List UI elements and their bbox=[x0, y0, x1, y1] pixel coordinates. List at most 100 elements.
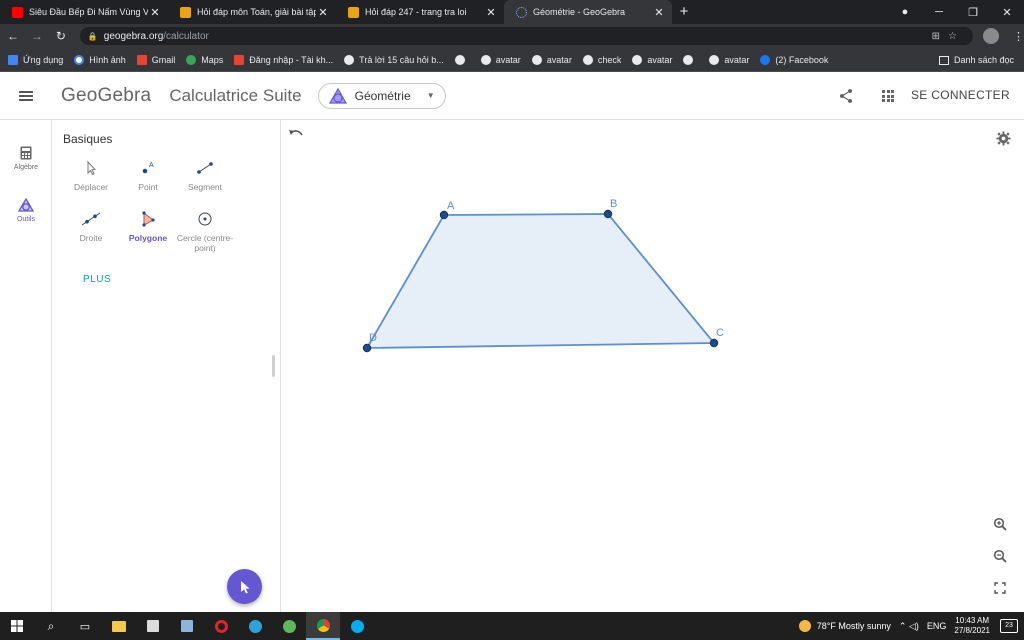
lock-icon: 🔒 bbox=[87, 31, 98, 41]
bookmark-images[interactable]: Hình ảnh bbox=[74, 54, 126, 65]
line-icon bbox=[81, 212, 101, 226]
graphics-view[interactable]: A B C D bbox=[282, 120, 1024, 612]
bookmark-check[interactable]: check bbox=[582, 54, 621, 65]
globe-icon bbox=[632, 54, 643, 65]
taskbar-file-explorer[interactable] bbox=[102, 612, 136, 640]
share-icon[interactable] bbox=[838, 88, 854, 104]
profile-icon[interactable]: ● bbox=[888, 6, 922, 18]
globe-icon bbox=[709, 54, 720, 65]
notifications-button[interactable]: 23 bbox=[1000, 619, 1018, 633]
point-c[interactable] bbox=[709, 338, 719, 348]
rail-item-algebra[interactable]: Algèbre bbox=[0, 146, 52, 171]
tool-move[interactable]: Déplacer bbox=[59, 160, 123, 192]
browser-toolbar: ← → ↻ 🔒 geogebra.org /calculator ⊞☆ ⋮ bbox=[0, 24, 1024, 48]
profile-avatar[interactable] bbox=[983, 28, 1000, 44]
address-bar[interactable]: 🔒 geogebra.org /calculator ⊞☆ bbox=[79, 27, 974, 45]
tool-label: Droite bbox=[79, 233, 103, 243]
calculator-icon bbox=[20, 146, 32, 160]
close-icon[interactable]: ✕ bbox=[148, 6, 162, 19]
green-app-icon bbox=[282, 619, 296, 633]
tool-point[interactable]: A Point bbox=[116, 160, 180, 192]
input-language[interactable]: ENG bbox=[927, 621, 947, 631]
globe-icon bbox=[480, 54, 491, 65]
tool-label: Point bbox=[138, 182, 158, 192]
app-selector-dropdown[interactable]: Géométrie ▼ bbox=[317, 82, 446, 109]
globe-icon bbox=[531, 54, 542, 65]
bookmark-maps[interactable]: Maps bbox=[186, 54, 223, 65]
menu-icon[interactable] bbox=[19, 90, 33, 101]
window-controls: ● ─ ❐ ✕ bbox=[888, 0, 1024, 24]
bookmark-globe[interactable] bbox=[454, 54, 470, 65]
task-view-button[interactable]: ▭ bbox=[68, 612, 102, 640]
panel-resize-handle[interactable] bbox=[272, 355, 275, 377]
bookmark-avatar[interactable]: avatar bbox=[480, 54, 521, 65]
search-button[interactable]: ⌕ bbox=[34, 612, 68, 640]
close-icon[interactable]: ✕ bbox=[316, 6, 330, 19]
tool-circle-center-point[interactable]: Cercle (centre-point) bbox=[173, 211, 237, 253]
more-menu-icon[interactable]: ⋮ bbox=[1013, 30, 1024, 43]
weather-text[interactable]: 78°F Mostly sunny bbox=[817, 621, 891, 631]
apps-grid-icon[interactable] bbox=[882, 90, 894, 102]
more-tools-button[interactable]: PLUS bbox=[83, 274, 111, 285]
bookmark-avatar[interactable]: avatar bbox=[531, 54, 572, 65]
translate-and-star-icons[interactable]: ⊞☆ bbox=[932, 31, 965, 42]
reading-list[interactable]: Danh sách đọc bbox=[938, 48, 1014, 72]
clock[interactable]: 10:43 AM 27/8/2021 bbox=[954, 616, 990, 636]
app-window-icon bbox=[181, 620, 193, 632]
point-d[interactable] bbox=[362, 343, 372, 353]
tab-title: Géométrie - GeoGebra bbox=[533, 7, 626, 17]
bookmark-gmail[interactable]: Gmail bbox=[136, 54, 175, 65]
taskbar-chrome[interactable] bbox=[306, 612, 340, 640]
rail-item-tools[interactable]: Outils bbox=[0, 198, 52, 223]
bookmark-globe[interactable] bbox=[683, 54, 698, 65]
taskbar-opera[interactable] bbox=[204, 612, 238, 640]
hoc247-icon bbox=[348, 6, 359, 18]
forward-icon[interactable]: → bbox=[26, 29, 48, 43]
bookmark-avatar[interactable]: avatar bbox=[632, 54, 672, 65]
segment-icon bbox=[197, 162, 213, 174]
new-tab-button[interactable]: + bbox=[672, 0, 696, 24]
point-b[interactable] bbox=[603, 209, 613, 219]
taskbar-store[interactable] bbox=[136, 612, 170, 640]
zoom-out-icon bbox=[993, 549, 1007, 563]
fullscreen-icon bbox=[994, 582, 1006, 594]
geogebra-logo[interactable]: GeoGebra bbox=[61, 85, 151, 107]
circle-center-point-icon bbox=[198, 212, 212, 226]
start-button[interactable] bbox=[0, 612, 34, 640]
taskbar-edge[interactable] bbox=[238, 612, 272, 640]
zoom-in-button[interactable] bbox=[989, 513, 1011, 535]
close-icon[interactable]: ✕ bbox=[652, 6, 666, 19]
tool-polygon[interactable]: Polygone bbox=[116, 211, 180, 243]
point-a[interactable] bbox=[439, 210, 449, 220]
bookmark-login[interactable]: Đăng nhập - Tài kh... bbox=[234, 54, 333, 65]
browser-tab-hoidap-247[interactable]: Hỏi đáp 247 - trang tra loi ✕ bbox=[336, 0, 504, 24]
minimize-icon[interactable]: ─ bbox=[922, 6, 956, 18]
bookmark-answer[interactable]: Trả lời 15 câu hỏi b... bbox=[344, 54, 444, 65]
browser-tab-geogebra[interactable]: Géométrie - GeoGebra ✕ bbox=[504, 0, 672, 24]
taskbar-app-green[interactable] bbox=[272, 612, 306, 640]
taskbar-app[interactable] bbox=[170, 612, 204, 640]
bookmarks-bar: Ứng dụng Hình ảnh Gmail Maps Đăng nhập -… bbox=[0, 48, 1024, 72]
taskbar-skype[interactable] bbox=[340, 612, 374, 640]
window-close-icon[interactable]: ✕ bbox=[990, 6, 1024, 19]
zoom-out-button[interactable] bbox=[989, 545, 1011, 567]
tool-segment[interactable]: Segment bbox=[173, 160, 237, 192]
bookmark-avatar[interactable]: avatar bbox=[709, 54, 749, 65]
browser-tab-youtube[interactable]: Siêu Đầu Bếp Đi Nấm Vùng Và C ✕ bbox=[0, 0, 168, 24]
move-tool-fab[interactable] bbox=[227, 569, 262, 604]
tray-icons[interactable]: ⌃ ◁) bbox=[899, 621, 919, 632]
close-icon[interactable]: ✕ bbox=[484, 6, 498, 19]
tool-line[interactable]: Droite bbox=[59, 211, 123, 243]
bookmark-facebook[interactable]: (2) Facebook bbox=[760, 54, 828, 65]
maximize-icon[interactable]: ❐ bbox=[956, 6, 990, 19]
bookmark-apps[interactable]: Ứng dụng bbox=[8, 54, 63, 65]
reload-icon[interactable]: ↻ bbox=[50, 29, 72, 43]
browser-tab-hoidap-toan[interactable]: Hỏi đáp môn Toán, giải bài tập c ✕ bbox=[168, 0, 336, 24]
sign-in-button[interactable]: SE CONNECTER bbox=[911, 88, 1010, 102]
back-icon[interactable]: ← bbox=[2, 29, 24, 43]
reading-list-icon bbox=[938, 55, 949, 65]
polygon-abcd[interactable] bbox=[365, 213, 716, 349]
fullscreen-button[interactable] bbox=[989, 577, 1011, 599]
tools-section-title: Basiques bbox=[63, 132, 113, 146]
cursor-icon bbox=[240, 580, 249, 593]
